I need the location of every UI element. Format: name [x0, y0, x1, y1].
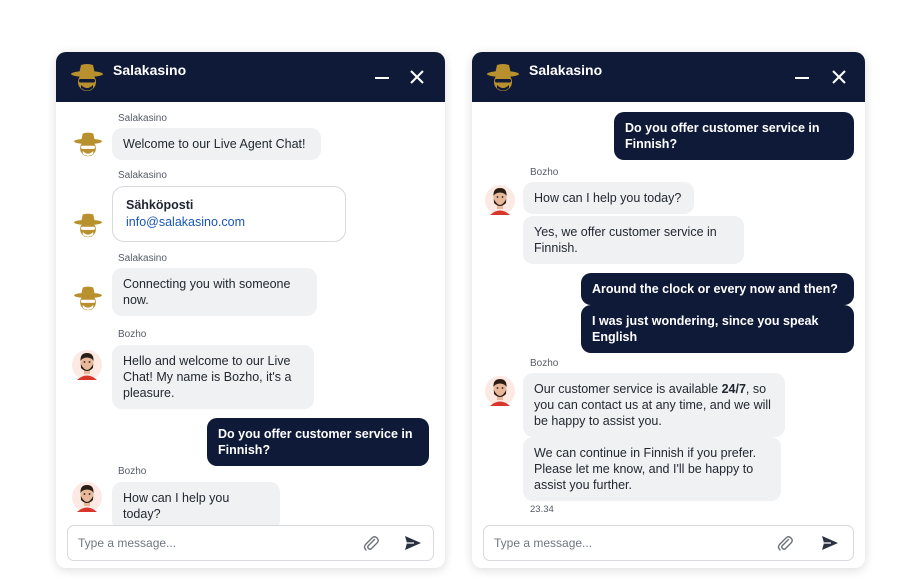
sender-label: Salakasino: [118, 253, 167, 264]
message-input[interactable]: [494, 526, 754, 560]
message-input[interactable]: [78, 526, 338, 560]
sender-label: Bozho: [118, 466, 147, 477]
message-bubble: Hello and welcome to our Live Chat! My n…: [112, 345, 314, 409]
minimize-icon[interactable]: [373, 69, 391, 87]
message-timestamp: 23.34: [530, 504, 554, 515]
message-bubble: Yes, we offer customer service in Finnis…: [523, 216, 744, 264]
spy-avatar-icon: [74, 213, 102, 238]
message-bubble: Our customer service is available 24/7, …: [523, 373, 785, 437]
attachment-icon[interactable]: [362, 534, 380, 552]
spy-avatar-icon: [74, 286, 102, 311]
email-link[interactable]: info@salakasino.com: [126, 215, 332, 229]
agent-avatar-icon: [485, 185, 515, 215]
message-bubble: How can I help you today?: [112, 482, 280, 530]
agent-avatar-icon: [72, 482, 102, 512]
user-message-bubble: I was just wondering, since you speak En…: [581, 305, 854, 353]
chat-widget-left: Salakasino Salakasino Welcome to our Liv…: [56, 52, 445, 568]
message-text-bold: 24/7: [721, 382, 746, 396]
card-title: Sähköposti: [126, 198, 194, 212]
user-message-bubble: Do you offer customer service in Finnish…: [614, 112, 854, 160]
chat-title: Salakasino: [529, 62, 603, 78]
spy-logo-icon: [487, 64, 519, 91]
user-message-bubble: Around the clock or every now and then?: [581, 273, 854, 305]
message-bubble: Connecting you with someone now.: [112, 268, 317, 316]
message-bubble: We can continue in Finnish if you prefer…: [523, 437, 781, 501]
close-icon[interactable]: [830, 68, 848, 86]
chat-header: Salakasino: [56, 52, 445, 102]
sender-label: Bozho: [530, 358, 559, 369]
spy-avatar-icon: [74, 132, 102, 157]
sender-label: Bozho: [530, 167, 559, 178]
chat-title: Salakasino: [113, 62, 187, 78]
message-bubble: Welcome to our Live Agent Chat!: [112, 128, 321, 160]
message-composer: [483, 525, 854, 561]
attachment-icon[interactable]: [776, 534, 794, 552]
message-composer: [67, 525, 434, 561]
send-icon[interactable]: [404, 535, 422, 551]
sender-label: Bozho: [118, 329, 147, 340]
message-bubble: How can I help you today?: [523, 182, 694, 214]
chat-widget-right: Salakasino Do you offer customer service…: [472, 52, 865, 568]
chat-header: Salakasino: [472, 52, 865, 102]
sender-label: Salakasino: [118, 170, 167, 181]
minimize-icon[interactable]: [793, 69, 811, 87]
user-message-bubble: Do you offer customer service in Finnish…: [207, 418, 429, 466]
agent-avatar-icon: [72, 350, 102, 380]
message-text: Our customer service is available: [534, 382, 722, 396]
sender-label: Salakasino: [118, 113, 167, 124]
agent-avatar-icon: [485, 376, 515, 406]
send-icon[interactable]: [821, 535, 839, 551]
spy-logo-icon: [71, 64, 103, 91]
email-card: Sähköposti info@salakasino.com: [112, 186, 346, 242]
close-icon[interactable]: [408, 68, 426, 86]
